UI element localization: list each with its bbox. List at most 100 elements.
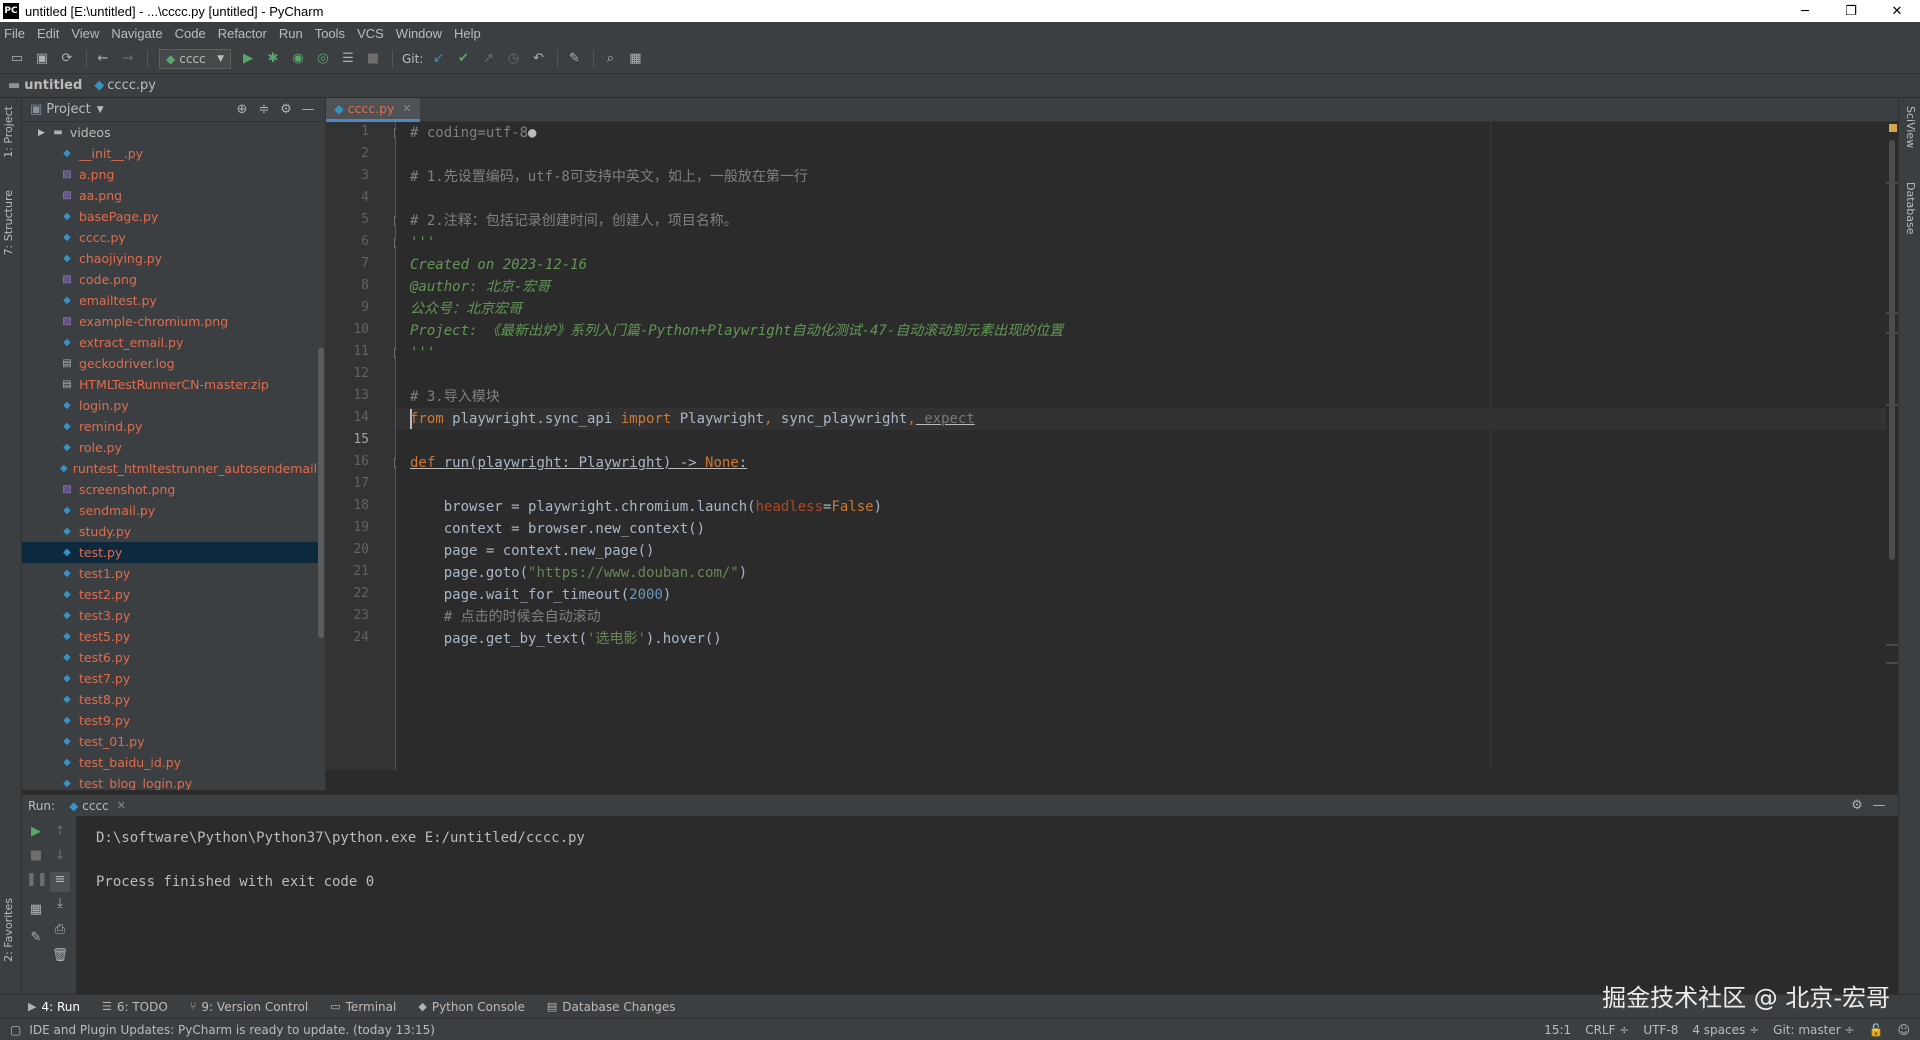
menu-window[interactable]: Window [396, 26, 442, 41]
save-all-icon[interactable]: ▣ [31, 48, 53, 70]
close-icon[interactable]: ✕ [117, 799, 126, 812]
minimize-button[interactable]: ─ [1782, 0, 1828, 22]
print-icon[interactable]: ⎙ [50, 922, 70, 942]
caret-position[interactable]: 15:1 [1544, 1023, 1571, 1037]
project-tool-tab[interactable]: 1: Project [2, 106, 15, 158]
line-number[interactable]: 13 [353, 388, 369, 403]
hide-panel-icon[interactable]: — [1868, 798, 1890, 813]
chevron-down-icon[interactable]: ▼ [97, 105, 104, 115]
tree-file-item[interactable]: ◆ test8.py [22, 689, 318, 710]
tree-file-item[interactable]: ◆ test1.py [22, 563, 318, 584]
line-number[interactable]: 1 [361, 124, 369, 139]
menu-code[interactable]: Code [175, 26, 206, 41]
tree-file-item[interactable]: ▨ aa.png [22, 185, 318, 206]
tree-file-item[interactable]: ◆ extract_email.py [22, 332, 318, 353]
editor-scrollbar[interactable] [1889, 140, 1895, 560]
tree-file-item[interactable]: ▤ HTMLTestRunnerCN-master.zip [22, 374, 318, 395]
menu-file[interactable]: File [4, 26, 25, 41]
collapse-all-icon[interactable]: ≑ [253, 102, 275, 117]
hide-panel-icon[interactable]: — [297, 102, 319, 117]
run-configuration-select[interactable]: ◆ cccc ▼ [159, 48, 231, 69]
pause-icon[interactable]: ❚❚ [26, 872, 48, 892]
line-number[interactable]: 23 [353, 608, 369, 623]
tree-folder-videos[interactable]: ▶ ▬ videos [22, 122, 318, 143]
settings-wrench-icon[interactable]: ✎ [563, 48, 585, 70]
tree-file-item[interactable]: ◆ __init__.py [22, 143, 318, 164]
line-number[interactable]: 8 [361, 278, 369, 293]
stripe-marker[interactable] [1886, 644, 1898, 646]
database-tool-tab[interactable]: Database [1904, 182, 1917, 235]
line-number[interactable]: 20 [353, 542, 369, 557]
stop-icon[interactable]: ■ [26, 848, 46, 868]
line-number[interactable]: 2 [361, 146, 369, 161]
favorites-tool-tab[interactable]: 2: Favorites [2, 898, 15, 962]
menu-help[interactable]: Help [454, 26, 481, 41]
chevron-right-icon[interactable]: ▶ [38, 128, 45, 138]
menu-vcs[interactable]: VCS [357, 26, 384, 41]
tool-window-version-control[interactable]: ⑂ 9: Version Control [190, 1000, 308, 1014]
menu-run[interactable]: Run [279, 26, 303, 41]
line-number[interactable]: 9 [361, 300, 369, 315]
run-console-output[interactable]: D:\software\Python\Python37\python.exe E… [76, 816, 1898, 994]
project-view-select[interactable]: Project [46, 102, 90, 117]
project-scrollbar[interactable] [318, 348, 324, 638]
line-number[interactable]: 5 [361, 212, 369, 227]
tab-cccc-py[interactable]: ◆ cccc.py ✕ [326, 98, 420, 122]
menu-view[interactable]: View [71, 26, 99, 41]
menu-navigate[interactable]: Navigate [111, 26, 162, 41]
scroll-up-icon[interactable]: ↑ [50, 824, 70, 844]
run-with-coverage-icon[interactable]: ◉ [287, 48, 309, 70]
git-rollback-icon[interactable]: ↶ [527, 48, 549, 70]
line-number[interactable]: 14 [353, 410, 369, 425]
tree-file-item[interactable]: ◆ test7.py [22, 668, 318, 689]
tree-file-item[interactable]: ◆ chaojiying.py [22, 248, 318, 269]
structure-tool-tab[interactable]: 7: Structure [2, 190, 15, 255]
event-log-icon[interactable]: ▢ [10, 1023, 21, 1037]
scroll-down-icon[interactable]: ↓ [50, 848, 70, 868]
warning-indicator-icon[interactable] [1889, 124, 1897, 132]
run-icon[interactable]: ▶ [237, 48, 259, 70]
tree-file-item[interactable]: ◆ test.py [22, 542, 318, 563]
line-number[interactable]: 12 [353, 366, 369, 381]
search-icon[interactable]: ⌕ [599, 48, 621, 70]
tree-file-item[interactable]: ◆ test6.py [22, 647, 318, 668]
line-number[interactable]: 4 [361, 190, 369, 205]
code-editor[interactable]: # coding=utf-8● # 1.先设置编码，utf-8可支持中英文，如上… [396, 122, 1886, 770]
tree-file-item[interactable]: ◆ test_01.py [22, 731, 318, 752]
trash-icon[interactable]: 🗑 [50, 948, 70, 968]
breadcrumb-project[interactable]: untitled [24, 78, 82, 93]
gear-icon[interactable]: ⚙ [275, 102, 297, 117]
soft-wrap-icon[interactable]: ≡ [50, 872, 70, 892]
tree-file-item[interactable]: ▤ geckodriver.log [22, 353, 318, 374]
git-branch[interactable]: Git: master ÷ [1773, 1023, 1854, 1037]
line-number[interactable]: 24 [353, 630, 369, 645]
tool-window-python-console[interactable]: ◆ Python Console [418, 1000, 525, 1014]
menu-refactor[interactable]: Refactor [218, 26, 267, 41]
tool-window-todo[interactable]: ☰ 6: TODO [102, 1000, 168, 1014]
line-number[interactable]: 3 [361, 168, 369, 183]
line-number[interactable]: 15 [353, 432, 369, 447]
tree-file-item[interactable]: ◆ test2.py [22, 584, 318, 605]
tree-file-item[interactable]: ◆ test3.py [22, 605, 318, 626]
file-encoding[interactable]: UTF-8 [1643, 1023, 1678, 1037]
line-separator[interactable]: CRLF ÷ [1585, 1023, 1629, 1037]
forward-arrow-icon[interactable]: → [117, 48, 139, 70]
line-number[interactable]: 6 [361, 234, 369, 249]
tree-file-item[interactable]: ◆ basePage.py [22, 206, 318, 227]
tree-file-item[interactable]: ▨ screenshot.png [22, 479, 318, 500]
git-commit-icon[interactable]: ✔ [452, 48, 474, 70]
git-push-icon[interactable]: ↗ [477, 48, 499, 70]
sciview-tool-tab[interactable]: SciView [1904, 106, 1917, 148]
tool-window-run[interactable]: ▶ 4: Run [28, 1000, 80, 1014]
tree-file-item[interactable]: ◆ runtest_htmltestrunner_autosendemail.py [22, 458, 318, 479]
tree-file-item[interactable]: ◆ cccc.py [22, 227, 318, 248]
inspector-icon[interactable]: ☺ [1897, 1023, 1910, 1037]
layout-icon[interactable]: ▦ [26, 902, 46, 922]
stripe-marker[interactable] [1886, 662, 1898, 664]
scroll-to-end-icon[interactable]: ⤓ [50, 896, 70, 916]
restore-button[interactable]: ❐ [1828, 0, 1874, 22]
tree-file-item[interactable]: ◆ test9.py [22, 710, 318, 731]
tool-window-database-changes[interactable]: ▤ Database Changes [547, 1000, 676, 1014]
line-number[interactable]: 10 [353, 322, 369, 337]
concurrency-icon[interactable]: ☰ [337, 48, 359, 70]
